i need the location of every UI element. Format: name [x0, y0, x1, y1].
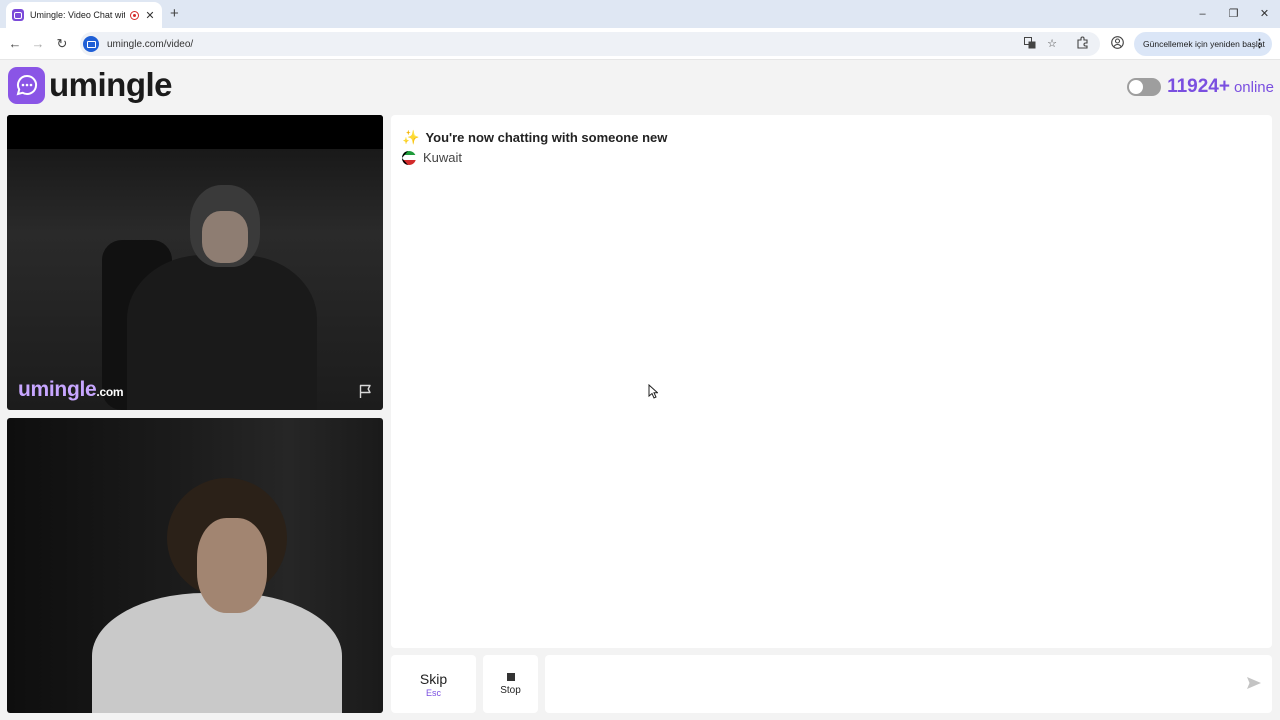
stop-icon: [506, 672, 515, 681]
stop-label: Stop: [500, 684, 521, 696]
extensions-icon[interactable]: [1076, 36, 1089, 52]
translate-icon[interactable]: [1024, 37, 1036, 52]
reload-icon[interactable]: ↻: [54, 36, 70, 52]
page: umingle 11924+ online umingle.com ✨ You'…: [0, 60, 1280, 720]
skip-button[interactable]: Skip Esc: [391, 655, 476, 713]
profile-icon[interactable]: [1111, 36, 1124, 52]
skip-label: Skip: [419, 670, 448, 687]
chat-panel: ✨ You're now chatting with someone new K…: [391, 115, 1272, 648]
address-bar[interactable]: umingle.com/video/ ☆: [80, 32, 1100, 56]
browser-toolbar: ← → ↻ umingle.com/video/ ☆ Güncellemek i…: [0, 28, 1280, 60]
online-status: 11924+ online: [1127, 76, 1274, 98]
online-count: 11924+: [1167, 76, 1230, 97]
mouse-cursor-icon: [648, 383, 659, 404]
tab-close-icon[interactable]: ✕: [144, 9, 156, 22]
sparkle-icon: ✨: [402, 129, 420, 145]
chat-status-message: You're now chatting with someone new: [425, 130, 668, 145]
umingle-watermark: umingle.com: [18, 378, 124, 402]
online-label: online: [1233, 78, 1274, 96]
window-controls: – ❐ ✕: [1187, 0, 1280, 28]
restore-button[interactable]: ❐: [1218, 0, 1249, 28]
recording-indicator-icon: [130, 10, 139, 20]
remote-video: umingle.com: [7, 115, 383, 410]
minimize-button[interactable]: –: [1187, 0, 1218, 28]
partner-country: Kuwait: [402, 150, 462, 165]
back-arrow-icon[interactable]: ←: [7, 36, 23, 52]
bookmark-star-icon[interactable]: ☆: [1047, 37, 1057, 50]
message-input[interactable]: [555, 669, 1215, 699]
local-video: [7, 418, 383, 713]
watermark-suffix: .com: [96, 385, 124, 399]
update-restart-button[interactable]: Güncellemek için yeniden başlat ⋮: [1134, 32, 1272, 56]
report-flag-icon[interactable]: [358, 383, 374, 399]
stop-button[interactable]: Stop: [483, 655, 538, 713]
site-info-icon[interactable]: [83, 36, 99, 52]
new-tab-button[interactable]: +: [170, 6, 179, 21]
forward-arrow-icon[interactable]: →: [30, 36, 46, 52]
theme-toggle[interactable]: [1127, 78, 1162, 96]
watermark-text: umingle: [18, 378, 97, 401]
skip-shortcut: Esc: [425, 687, 441, 698]
browser-tabbar: Umingle: Video Chat with S ✕ + – ❐ ✕: [0, 0, 1280, 28]
message-box: [545, 655, 1272, 713]
url-text[interactable]: umingle.com/video/: [107, 39, 193, 50]
send-icon[interactable]: [1246, 676, 1262, 695]
logo-text: umingle: [49, 66, 173, 103]
tab-title: Umingle: Video Chat with S: [30, 10, 125, 20]
more-menu-icon[interactable]: ⋮: [1254, 37, 1265, 50]
country-name: Kuwait: [423, 150, 463, 165]
umingle-logo[interactable]: umingle: [8, 66, 173, 104]
window-close-button[interactable]: ✕: [1249, 0, 1280, 28]
umingle-favicon-icon: [12, 9, 24, 21]
kuwait-flag-icon: [402, 150, 416, 165]
chat-status-line: ✨ You're now chatting with someone new: [402, 129, 667, 146]
chat-bubble-logo-icon: [8, 66, 45, 104]
update-restart-label: Güncellemek için yeniden başlat: [1143, 39, 1265, 49]
browser-tab[interactable]: Umingle: Video Chat with S ✕: [6, 2, 162, 28]
